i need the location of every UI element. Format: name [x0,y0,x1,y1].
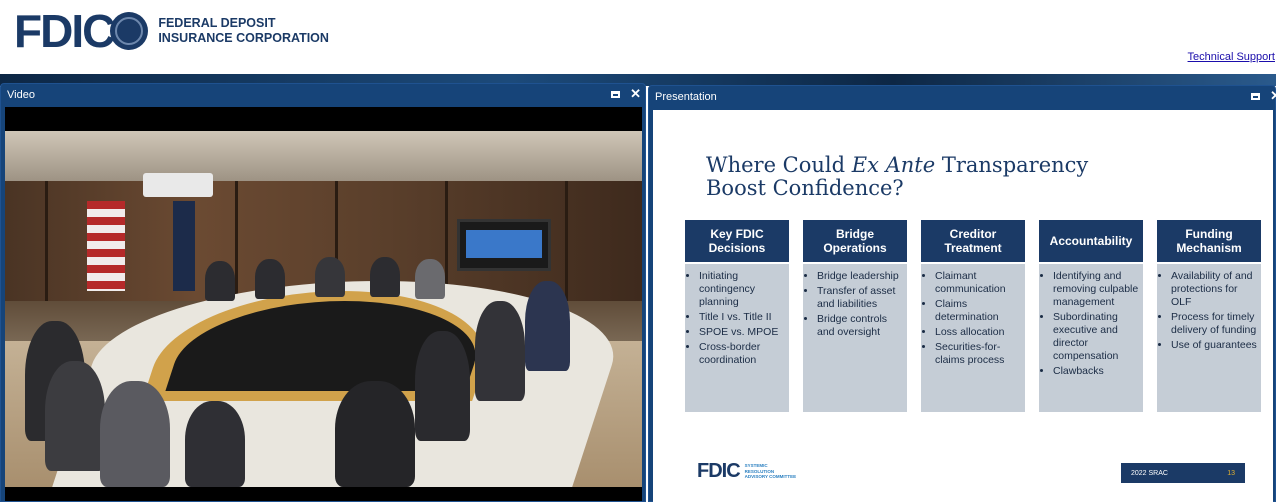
video-feed [5,131,642,487]
column-item: Loss allocation [935,326,1021,339]
column-heading: Accountability [1039,220,1143,262]
column-item: Initiating contingency planning [699,270,785,309]
column-item: Bridge leadership [817,270,903,283]
column-item: SPOE vs. MPOE [699,326,785,339]
column-item: Transfer of asset and liabilities [817,285,903,311]
column-item: Clawbacks [1053,365,1139,378]
slide-footer-logo: FDIC SYSTEMIC RESOLUTION ADVISORY COMMIT… [697,460,797,482]
video-panel-title: Video [7,89,35,101]
column-item: Availability of and protections for OLF [1171,270,1257,309]
column-heading: Funding Mechanism [1157,220,1261,262]
slide-column: Key FDIC Decisions Initiating contingenc… [685,220,789,412]
page-number: 13 [1227,469,1235,477]
column-item: Use of guarantees [1171,339,1257,352]
close-icon[interactable]: ✕ [630,87,641,100]
slide-column: Creditor Treatment Claimant communicatio… [921,220,1025,412]
column-item: Claimant communication [935,270,1021,296]
column-item: Claims determination [935,298,1021,324]
column-item: Securities-for-claims process [935,341,1021,367]
video-panel-titlebar[interactable]: Video ✕ [1,84,645,106]
presentation-slide: Where Could Ex Ante Transparency Boost C… [653,110,1273,503]
slide-title: Where Could Ex Ante Transparency Boost C… [706,153,1089,200]
logo-mark-text: FDIC [14,5,115,57]
column-item: Identifying and removing culpable manage… [1053,270,1139,309]
column-item: Bridge controls and oversight [817,313,903,339]
video-player[interactable] [5,107,642,501]
video-panel: Video ✕ [0,83,646,502]
presentation-panel-title: Presentation [655,91,717,103]
slide-column: Bridge Operations Bridge leadership Tran… [803,220,907,412]
logo-line-1: FEDERAL DEPOSIT [158,16,276,30]
fdic-logo: FDIC FEDERAL DEPOSIT INSURANCE CORPORATI… [14,8,329,54]
presentation-panel: Presentation ✕ Where Could Ex Ante Trans… [648,85,1276,503]
technical-support-link[interactable]: Technical Support [1188,51,1275,63]
column-item: Process for timely delivery of funding [1171,311,1257,337]
close-icon[interactable]: ✕ [1270,89,1276,102]
maximize-icon[interactable] [1251,92,1261,100]
slide-column: Funding Mechanism Availability of and pr… [1157,220,1261,412]
footer-label: 2022 SRAC [1131,469,1168,477]
column-heading: Bridge Operations [803,220,907,262]
logo-mark: FDIC [14,5,149,57]
column-heading: Creditor Treatment [921,220,1025,262]
slide-footer-badge: 2022 SRAC 13 [1121,463,1245,483]
presentation-panel-titlebar[interactable]: Presentation ✕ [649,86,1276,108]
maximize-icon[interactable] [611,90,621,98]
column-heading: Key FDIC Decisions [685,220,789,262]
page-header: FDIC FEDERAL DEPOSIT INSURANCE CORPORATI… [0,0,1276,74]
column-item: Title I vs. Title II [699,311,785,324]
column-item: Subordinating executive and director com… [1053,311,1139,363]
seal-icon [110,12,149,50]
column-item: Cross-border coordination [699,341,785,367]
slide-column: Accountability Identifying and removing … [1039,220,1143,412]
logo-text: FEDERAL DEPOSIT INSURANCE CORPORATION [158,16,329,46]
logo-line-2: INSURANCE CORPORATION [158,31,329,45]
